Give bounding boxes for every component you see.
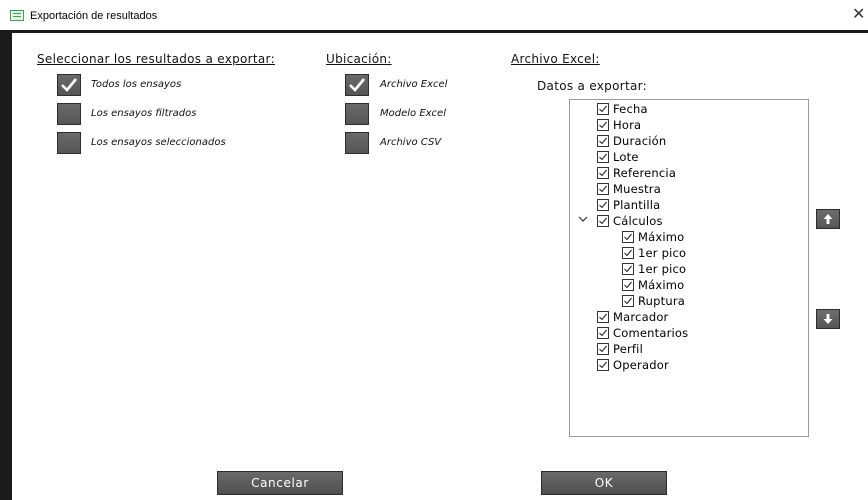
tree-item-lote[interactable]: Lote [597,149,639,165]
tree-checkbox[interactable] [597,135,609,147]
tree-checkbox[interactable] [622,231,634,243]
tree-checkbox[interactable] [622,263,634,275]
tree-item-fecha[interactable]: Fecha [597,101,648,117]
tree-label: 1er pico [638,262,687,276]
chevron-down-icon[interactable] [578,215,588,226]
check-icon [599,153,607,161]
check-icon [624,297,632,305]
tree-item-maximo[interactable]: Máximo [622,229,684,245]
tree-item-1er-pico[interactable]: 1er pico [622,245,686,261]
check-icon [599,345,607,353]
arrow-down-icon [823,314,833,324]
check-icon [599,201,607,209]
tree-item-operador[interactable]: Operador [597,357,669,373]
tree-label: Máximo [638,278,685,292]
move-down-button[interactable] [816,309,840,329]
tree-checkbox[interactable] [597,311,609,323]
ok-button[interactable]: OK [541,471,667,495]
option-checkbox[interactable] [57,74,81,96]
tree-item-duracion[interactable]: Duración [597,133,666,149]
check-icon [624,281,632,289]
check-icon [624,265,632,273]
tree-item-muestra[interactable]: Muestra [597,181,661,197]
check-icon [624,233,632,241]
location-checkbox[interactable] [345,132,369,154]
check-icon [599,217,607,225]
tree-item-ruptura[interactable]: Ruptura [622,293,685,309]
tree-item-calculos[interactable]: Cálculos [597,213,663,229]
select-results-heading: Seleccionar los resultados a exportar: [37,52,275,66]
tree-label: Lote [613,150,639,164]
location-checkbox[interactable] [345,103,369,125]
check-icon [599,105,607,113]
check-icon [599,329,607,337]
check-icon [599,121,607,129]
tree-checkbox[interactable] [597,327,609,339]
tree-checkbox[interactable] [597,103,609,115]
check-icon [599,361,607,369]
location-label: Modelo Excel [380,108,446,119]
checkmark-icon [349,78,366,92]
tree-item-marcador[interactable]: Marcador [597,309,668,325]
move-up-button[interactable] [816,209,840,229]
cancel-button[interactable]: Cancelar [217,471,343,495]
location-label: Archivo CSV [380,137,442,148]
tree-label: Fecha [613,102,648,116]
data-to-export-label: Datos a exportar: [537,79,647,93]
tree-label: Operador [613,358,669,372]
tree-label: Ruptura [638,294,686,308]
tree-label: Comentarios [613,326,689,340]
tree-checkbox[interactable] [597,199,609,211]
check-icon [599,137,607,145]
tree-checkbox[interactable] [597,167,609,179]
tree-label: Máximo [638,230,685,244]
check-icon [624,249,632,257]
table-icon [10,10,24,21]
tree-item-maximo-2[interactable]: Máximo [622,277,684,293]
option-label: Los ensayos seleccionados [91,137,226,148]
tree-checkbox[interactable] [597,151,609,163]
tree-checkbox[interactable] [622,279,634,291]
check-icon [599,169,607,177]
location-label: Archivo Excel [380,79,448,90]
tree-label: Referencia [613,166,677,180]
tree-item-perfil[interactable]: Perfil [597,341,643,357]
checkmark-icon [61,78,78,92]
tree-item-1er-pico-2[interactable]: 1er pico [622,261,686,277]
tree-label: 1er pico [638,246,687,260]
tree-item-comentarios[interactable]: Comentarios [597,325,688,341]
tree-label: Plantilla [613,198,661,212]
tree-label: Cálculos [613,214,663,228]
tree-item-plantilla[interactable]: Plantilla [597,197,660,213]
tree-checkbox[interactable] [597,183,609,195]
location-checkbox[interactable] [345,74,369,96]
window-title: Exportación de resultados [30,10,158,22]
tree-checkbox[interactable] [597,359,609,371]
tree-checkbox[interactable] [622,295,634,307]
tree-label: Marcador [613,310,669,324]
arrow-up-icon [823,214,833,224]
option-checkbox[interactable] [57,103,81,125]
tree-checkbox[interactable] [597,215,609,227]
excel-file-heading: Archivo Excel: [511,52,600,66]
location-heading: Ubicación: [326,52,392,66]
tree-label: Perfil [613,342,643,356]
tree-item-hora[interactable]: Hora [597,117,641,133]
tree-checkbox[interactable] [597,119,609,131]
tree-checkbox[interactable] [597,343,609,355]
title-bar: Exportación de resultados ✕ [0,0,868,30]
option-label: Los ensayos filtrados [91,108,197,119]
tree-label: Muestra [613,182,661,196]
tree-label: Duración [613,134,667,148]
check-icon [599,185,607,193]
option-checkbox[interactable] [57,132,81,154]
tree-label: Hora [613,118,642,132]
tree-checkbox[interactable] [622,247,634,259]
option-label: Todos los ensayos [91,79,182,90]
close-icon[interactable]: ✕ [852,6,865,22]
check-icon [599,313,607,321]
tree-item-referencia[interactable]: Referencia [597,165,676,181]
